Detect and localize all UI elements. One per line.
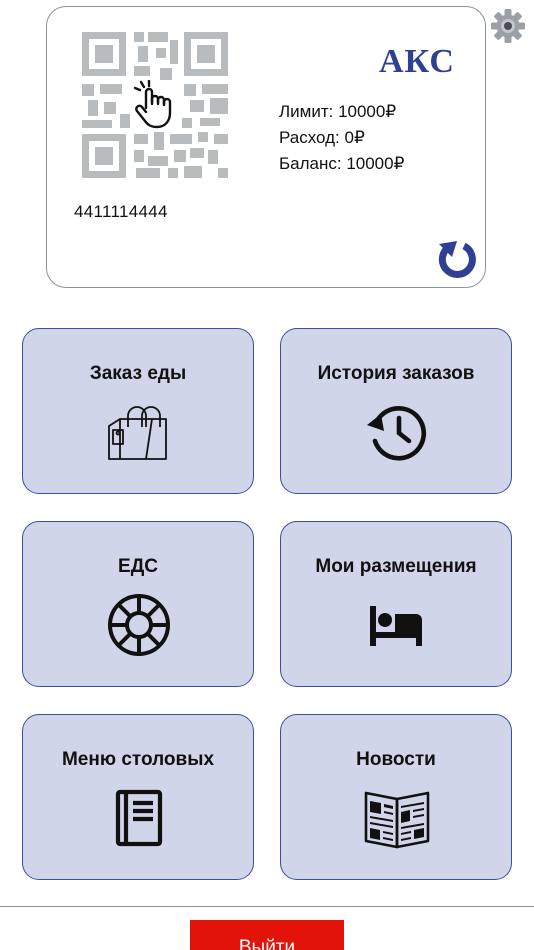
tile-label: Мои размещения (315, 556, 477, 577)
refresh-icon[interactable] (433, 237, 477, 281)
logout-button[interactable]: Выйти (190, 920, 344, 950)
tile-eds[interactable]: ЕДС (22, 521, 254, 687)
brand-logo: АКС (379, 43, 455, 80)
bottom-divider (0, 906, 534, 907)
tile-news[interactable]: Новости (280, 714, 512, 880)
newspaper-icon (364, 791, 430, 849)
card-number: 4411114444 (74, 202, 168, 221)
tile-label: История заказов (317, 363, 475, 384)
logout-label: Выйти (238, 937, 296, 950)
balance-text: Баланс: 10000₽ (279, 154, 405, 173)
expense-text: Расход: 0₽ (279, 128, 365, 147)
tap-hand-icon (133, 80, 172, 129)
app-screen: АКС Лимит: 10000₽ Расход: 0₽ Баланс: 100… (0, 0, 534, 950)
card-stats: Лимит: 10000₽ Расход: 0₽ Баланс: 10000₽ (279, 99, 404, 177)
tile-food-order[interactable]: Заказ еды (22, 328, 254, 494)
pass-card: АКС Лимит: 10000₽ Расход: 0₽ Баланс: 100… (46, 6, 486, 288)
tile-my-accommodations[interactable]: Мои размещения (280, 521, 512, 687)
tile-canteen-menu[interactable]: Меню столовых (22, 714, 254, 880)
gear-icon[interactable] (490, 8, 526, 44)
lifebuoy-icon (108, 594, 170, 656)
menu-book-icon (115, 789, 163, 847)
tile-label: Меню столовых (61, 749, 215, 770)
shopping-bag-icon (108, 406, 167, 460)
tile-order-history[interactable]: История заказов (280, 328, 512, 494)
tile-label: Заказ еды (89, 363, 187, 384)
bed-icon (370, 606, 422, 646)
history-icon (367, 406, 427, 461)
tile-label: ЕДС (118, 556, 158, 577)
tile-label: Новости (356, 749, 436, 770)
limit-text: Лимит: 10000₽ (279, 102, 397, 121)
